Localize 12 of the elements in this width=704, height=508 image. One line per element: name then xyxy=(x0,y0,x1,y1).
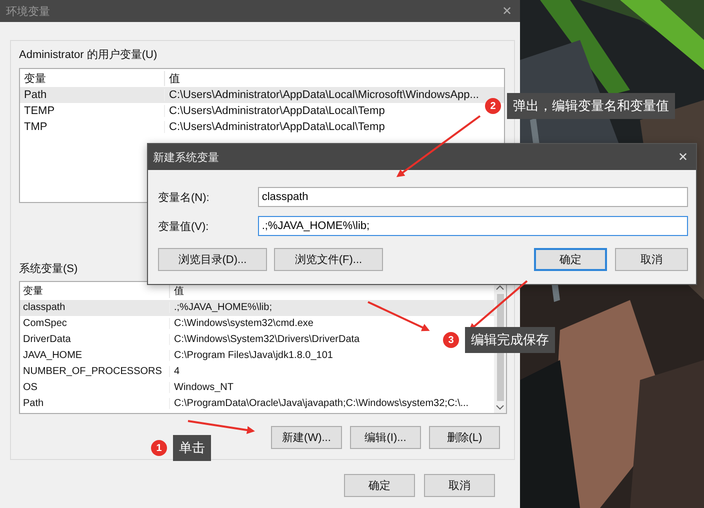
field-label: 变量值(V): xyxy=(158,220,210,234)
group-title: Administrator 的用户变量(U) xyxy=(19,48,158,62)
column-header: 变量 xyxy=(24,72,47,86)
column-header: 值 xyxy=(164,71,180,86)
window-title: 环境变量 xyxy=(6,4,50,18)
column-header: 变量 xyxy=(23,284,44,298)
callout-tooltip: 弹出，编辑变量名和变量值 xyxy=(507,93,675,119)
group-title: 系统变量(S) xyxy=(19,262,79,276)
callout-tooltip: 单击 xyxy=(173,435,211,461)
callout-tooltip: 编辑完成保存 xyxy=(465,327,555,353)
dialog-title: 新建系统变量 xyxy=(153,150,219,164)
field-label: 变量名(N): xyxy=(158,190,210,204)
